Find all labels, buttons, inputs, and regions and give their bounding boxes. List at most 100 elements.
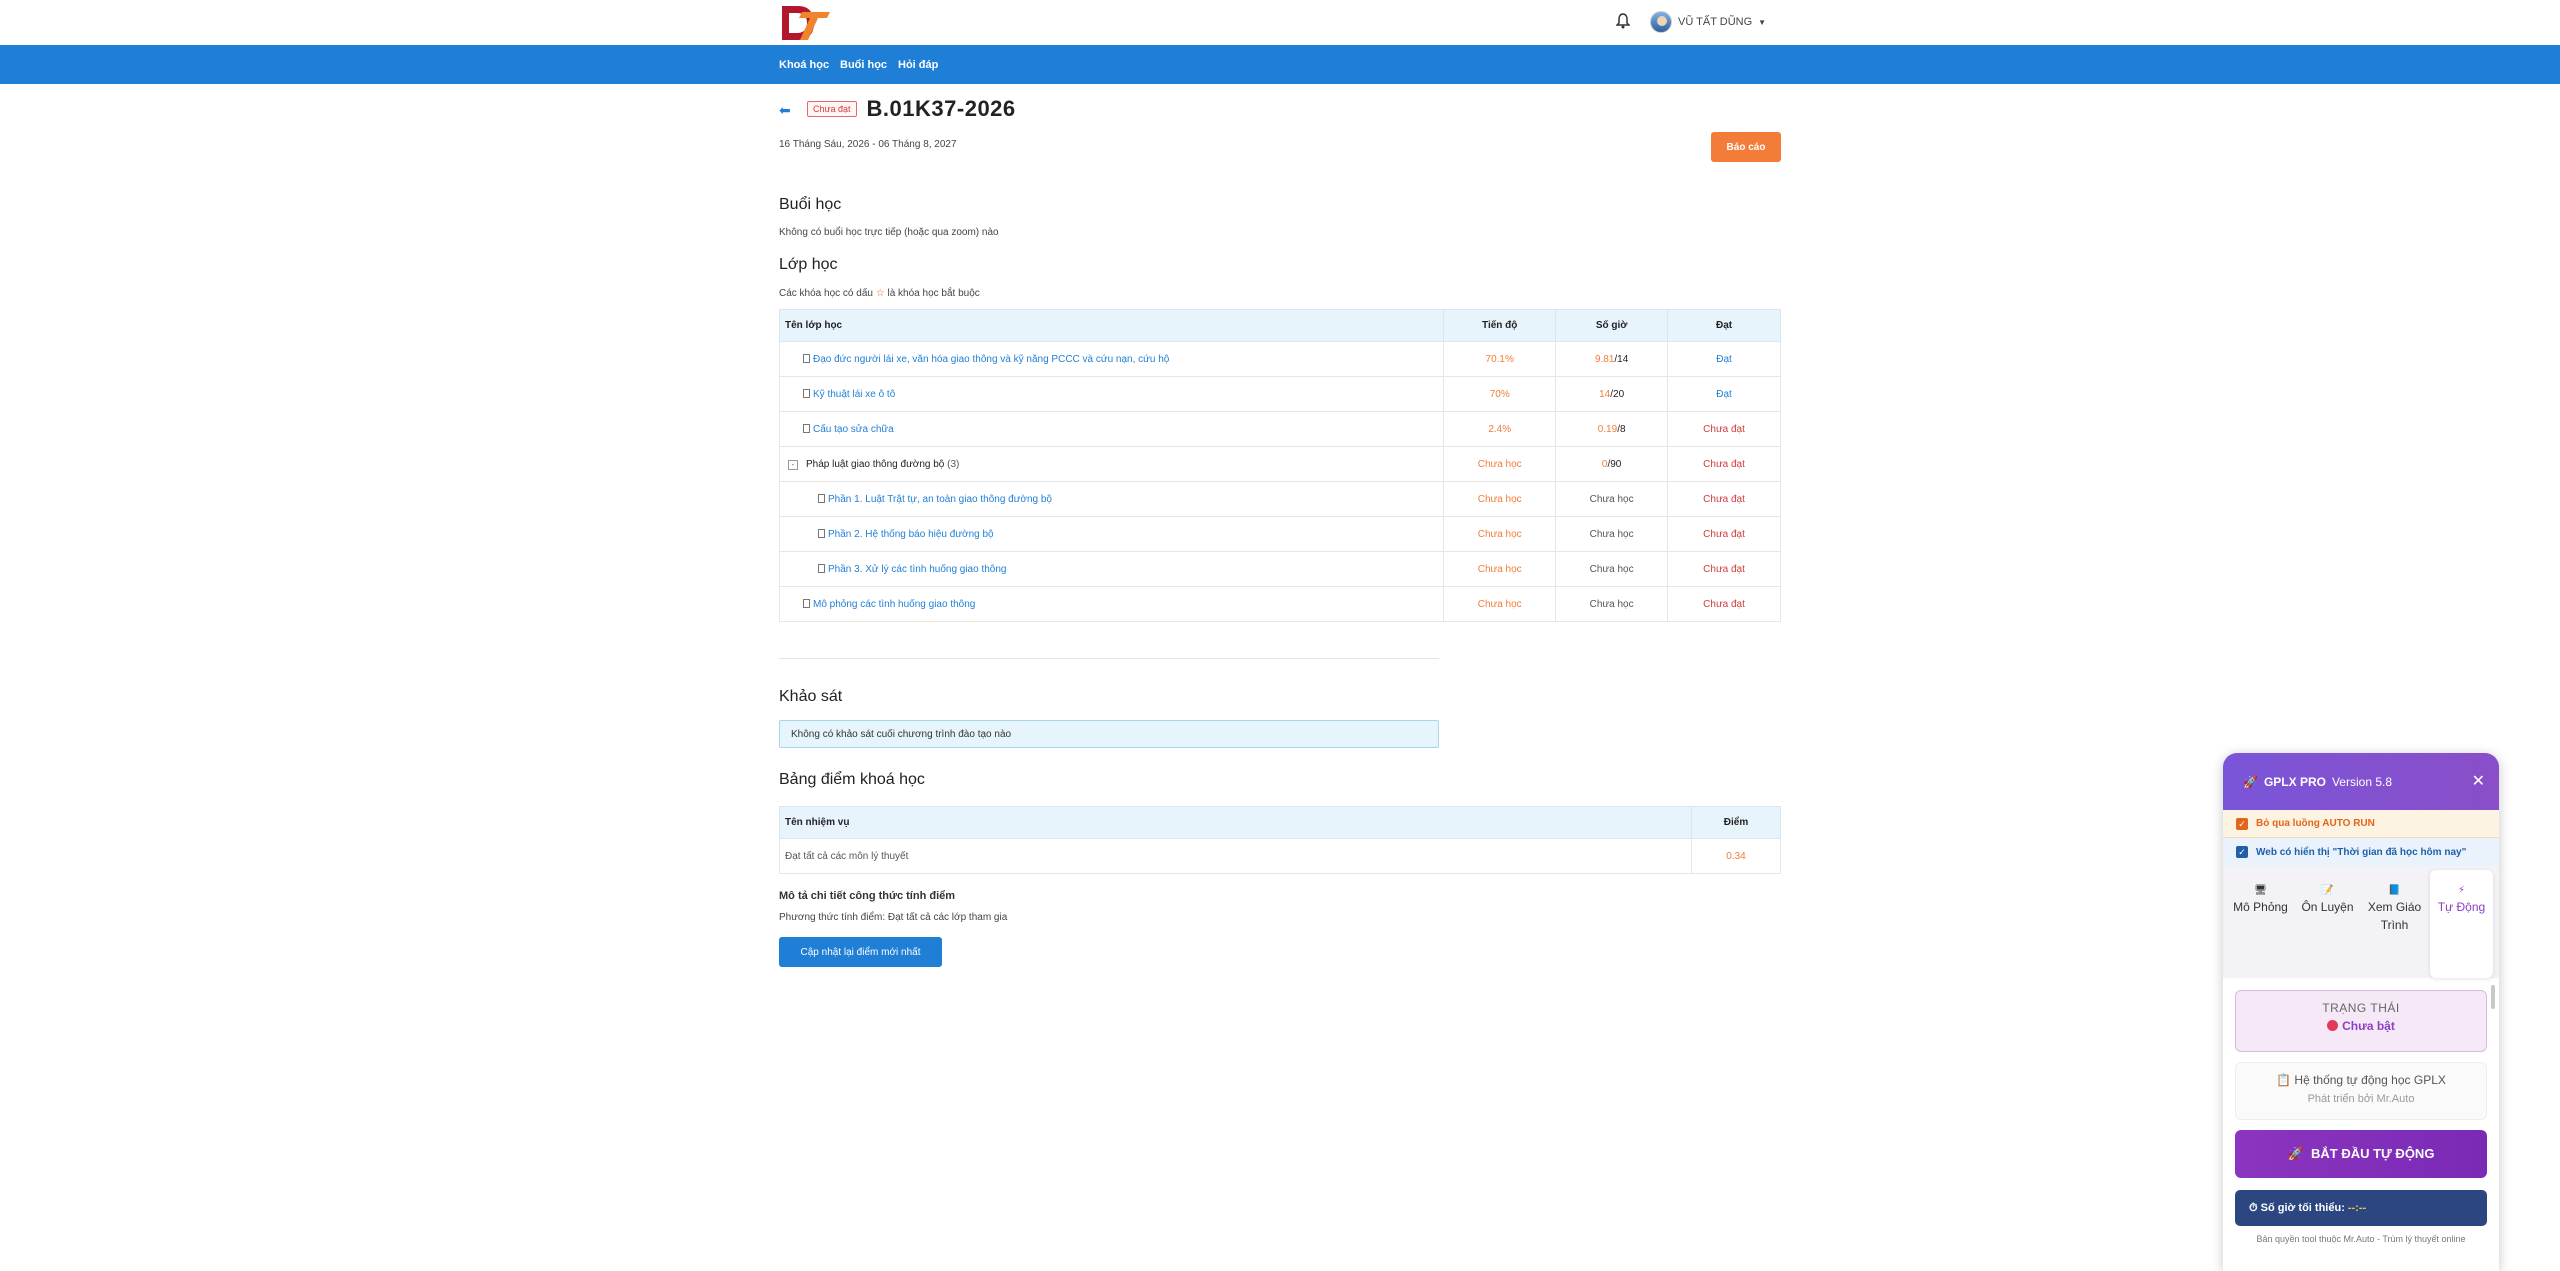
panel-version: Version 5.8 [2331,774,2393,789]
table-row: Phần 2. Hệ thống báo hiệu đường bộ Chưa … [778,516,1781,552]
nav-courses[interactable]: Khoá học [779,59,829,71]
option-label: Web có hiển thị "Thời gian đã học hôm na… [2256,846,2467,858]
checkbox-checked-icon[interactable]: ✓ [2236,817,2248,830]
status-value: Chưa bật [2236,1019,2486,1033]
progress-cell: Chưa học [1443,586,1557,622]
tab-auto[interactable]: ⚡ Tự Động [2430,870,2493,978]
class-link[interactable]: Mô phỏng các tình huống giao thông [813,599,975,610]
divider [779,658,1439,659]
class-link[interactable]: Phần 3. Xử lý các tình huống giao thông [828,564,1007,575]
status-dot-icon [2327,1020,2339,1031]
formula-text: Phương thức tính điểm: Đạt tất cả các lớ… [779,912,1008,923]
course-dates: 16 Tháng Sáu, 2026 - 06 Tháng 8, 2027 [779,139,957,150]
nav-qa[interactable]: Hỏi đáp [898,59,938,71]
lightning-icon: ⚡ [2457,885,2466,896]
status-label: TRẠNG THÁI [2322,1001,2400,1015]
copyright-text: Bản quyền tool thuộc Mr.Auto - Trùm lý t… [2256,1234,2466,1244]
scores-heading: Bảng điểm khoá học [779,771,925,788]
panel-title: GPLX PRO [2263,774,2326,789]
group-name: Pháp luật giao thông đường bộ [806,458,945,470]
brand-logo[interactable] [780,4,832,42]
col-task: Tên nhiệm vụ [778,806,1693,839]
option-skip-autorun[interactable]: ✓ Bỏ qua luồng AUTO RUN [2223,810,2499,838]
class-link[interactable]: Đạo đức người lái xe, văn hóa giao thông… [813,354,1169,365]
required-star-icon: ☆ [875,288,885,299]
tab-simulation[interactable]: 🖥 Mô Phỏng [2229,870,2292,978]
pass-cell: Chưa đạt [1667,551,1781,587]
progress-cell: Chưa học [1443,551,1557,587]
document-icon [803,423,810,433]
checkbox-checked-icon[interactable]: ✓ [2236,846,2248,858]
col-pass: Đạt [1667,309,1781,342]
hours-cell: 14/20 [1555,376,1669,412]
col-class-name: Tên lớp học [778,309,1445,342]
document-icon [803,598,810,608]
hours-cell: Chưa học [1555,481,1669,517]
collapse-toggle[interactable]: - [788,459,798,470]
sessions-heading: Buổi học [779,196,842,213]
table-header-row: Tên nhiệm vụ Điểm [778,806,1781,839]
report-button[interactable]: Báo cáo [1711,132,1781,162]
class-link[interactable]: Cấu tạo sửa chữa [813,424,894,435]
progress-cell: 70% [1443,376,1557,412]
status-badge: Chưa đạt [807,101,857,117]
hours-cell: Chưa học [1555,516,1669,552]
document-icon [818,528,825,538]
nav-sessions[interactable]: Buổi học [840,59,887,71]
hours-cell: 0/90 [1555,446,1669,482]
user-name: VŨ TẤT DŨNG [1678,16,1753,28]
update-score-button[interactable]: Cập nhật lại điểm mới nhất [779,937,942,967]
table-row: Cấu tạo sửa chữa 2.4% 0.19/8 Chưa đạt [778,411,1781,447]
back-arrow-icon[interactable]: ⬅ [779,102,797,118]
progress-cell: 2.4% [1443,411,1557,447]
col-score: Điểm [1691,806,1781,839]
page-title-row: ⬅ Chưa đạt B.01K37-2026 [779,96,1016,122]
page-title: B.01K37-2026 [866,96,1016,121]
hours-cell: Chưa học [1555,586,1669,622]
classes-table: Tên lớp học Tiến độ Số giờ Đạt Đạo đức n… [778,309,1781,622]
option-show-time[interactable]: ✓ Web có hiển thị "Thời gian đã học hôm … [2223,838,2499,866]
pass-cell: Chưa đạt [1667,481,1781,517]
col-progress: Tiến độ [1443,309,1557,342]
hours-cell: 9.81/14 [1555,341,1669,377]
panel-header: 🚀 GPLX PRO Version 5.8 ✕ [2223,753,2499,810]
min-hours-value: --:-- [2347,1202,2367,1214]
monitor-icon: 🖥 [2254,885,2267,896]
progress-cell: 70.1% [1443,341,1557,377]
pass-cell: Đạt [1667,376,1781,412]
status-box: TRẠNG THÁI Chưa bật [2235,990,2487,1052]
survey-empty-alert: Không có khảo sát cuối chương trình đào … [779,720,1439,748]
top-bar: VŨ TẤT DŨNG ▼ [0,0,2560,45]
chevron-down-icon: ▼ [1758,17,1767,27]
formula-heading: Mô tả chi tiết công thức tính điểm [779,890,956,902]
hours-cell: 0.19/8 [1555,411,1669,447]
pass-cell: Chưa đạt [1667,446,1781,482]
classes-heading: Lớp học [779,256,838,273]
system-label: Hệ thống tự động học GPLX [2294,1073,2446,1087]
rocket-icon: 🚀 [2243,774,2258,789]
table-row: Phần 3. Xử lý các tình huống giao thông … [778,551,1781,587]
notification-bell-icon[interactable] [1616,13,1630,29]
tab-practice[interactable]: 📝 Ôn Luyện [2296,870,2359,978]
pass-cell: Chưa đạt [1667,411,1781,447]
clipboard-icon: 📋 [2276,1073,2292,1087]
col-hours: Số giờ [1555,309,1669,342]
class-link[interactable]: Phần 1. Luật Trật tự, an toàn giao thông… [828,494,1052,505]
table-row: Mô phỏng các tình huống giao thông Chưa … [778,586,1781,622]
panel-scrollbar[interactable] [2491,985,2495,1009]
class-link[interactable]: Kỹ thuật lái xe ô tô [813,389,895,400]
tab-curriculum[interactable]: 📘 Xem Giáo Trình [2363,870,2426,978]
table-header-row: Tên lớp học Tiến độ Số giờ Đạt [778,309,1781,342]
class-link[interactable]: Phần 2. Hệ thống báo hiệu đường bộ [828,529,994,540]
user-menu[interactable]: VŨ TẤT DŨNG ▼ [1650,10,1766,34]
book-icon: 📘 [2388,885,2401,896]
progress-cell: Chưa học [1443,446,1557,482]
progress-cell: Chưa học [1443,516,1557,552]
main-nav: Khoá học Buổi học Hỏi đáp [0,45,2560,84]
scores-table: Tên nhiệm vụ Điểm Đạt tất cả các môn lý … [778,806,1781,874]
panel-tabs: 🖥 Mô Phỏng 📝 Ôn Luyện 📘 Xem Giáo Trình ⚡ Tự … [2223,866,2499,978]
document-icon [803,388,810,398]
start-auto-button[interactable]: 🚀 BẮT ĐẦU TỰ ĐỘNG [2235,1130,2487,1178]
group-count: (3) [947,458,960,470]
close-icon[interactable]: ✕ [2472,771,2485,791]
